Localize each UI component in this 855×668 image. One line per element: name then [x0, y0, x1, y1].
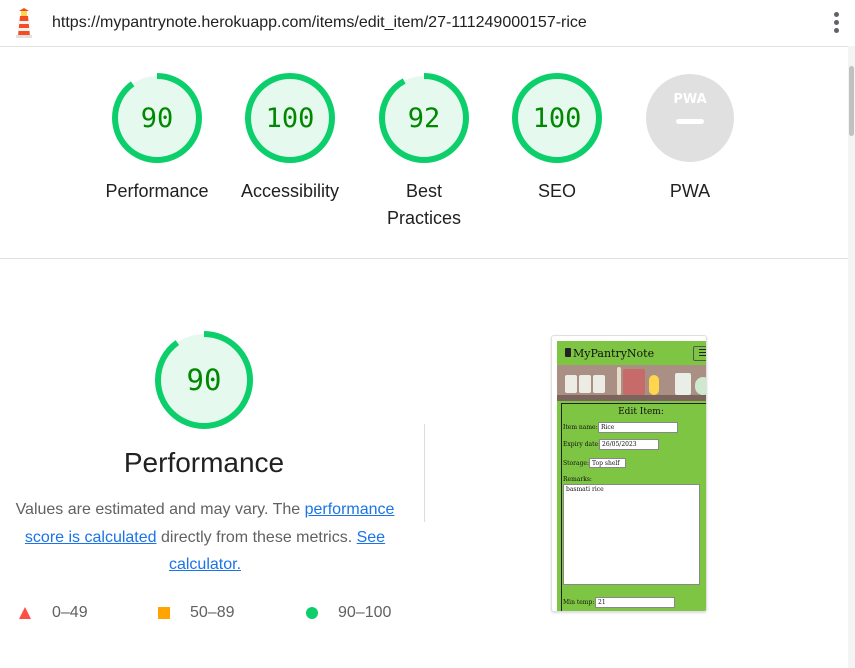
legend-fail-range: 0–49 — [52, 604, 88, 621]
address-bar: https://mypantrynote.herokuapp.com/items… — [0, 0, 855, 47]
kebab-menu-icon[interactable] — [832, 12, 840, 36]
desc-text-1: Values are estimated and may vary. The — [15, 501, 301, 518]
gauge-ring: 100 — [245, 73, 335, 163]
app-brand: MyPantryNote — [573, 347, 655, 360]
gauge-label: Accessibility — [240, 181, 340, 201]
performance-description: Values are estimated and may vary. The p… — [12, 496, 398, 579]
section-divider — [424, 424, 425, 522]
scrollbar[interactable] — [848, 46, 855, 668]
gauge-ring: 90 — [112, 73, 202, 163]
performance-gauge: 90 — [155, 331, 253, 429]
final-screenshot[interactable]: MyPantryNote Edit Item: Item name: Rice … — [551, 335, 707, 612]
desc-text-2: directly from these metrics. — [161, 528, 353, 546]
gauge-ring: 92 — [379, 73, 469, 163]
gauge-label: PWA — [669, 181, 711, 201]
item-name-field: Rice — [598, 422, 678, 433]
gauge-score: 100 — [533, 103, 582, 134]
expiry-label: Expiry date: — [563, 441, 601, 448]
gauge-best-practices[interactable]: 92 Best Practices — [364, 72, 484, 232]
gauge-label: Best Practices — [386, 181, 462, 228]
expiry-field: 26/05/2023 — [599, 439, 659, 450]
lighthouse-icon — [16, 8, 32, 38]
score-legend: 0–49 50–89 90–100 — [18, 604, 418, 624]
clipboard-icon — [565, 348, 571, 357]
storage-select: Top shelf — [589, 458, 626, 468]
storage-label: Storage: — [563, 460, 589, 467]
gauge-performance[interactable]: 90 Performance — [97, 72, 217, 205]
screenshot-page: MyPantryNote Edit Item: Item name: Rice … — [557, 341, 706, 611]
gauge-ring: 100 — [512, 73, 602, 163]
url-text[interactable]: https://mypantrynote.herokuapp.com/items… — [52, 14, 587, 32]
legend-pass-range: 90–100 — [338, 604, 392, 621]
gauge-score: 100 — [266, 103, 315, 134]
app-navbar: MyPantryNote — [557, 341, 706, 365]
form-title: Edit Item: — [618, 407, 664, 417]
remarks-field: basmati rice — [563, 484, 700, 585]
item-name-label: Item name: — [563, 424, 598, 431]
remarks-label: Remarks: — [563, 476, 592, 483]
gauge-label: Performance — [105, 181, 209, 201]
scrollbar-thumb[interactable] — [849, 66, 854, 136]
min-temp-label: Min temp: — [563, 599, 595, 606]
square-icon — [158, 607, 170, 619]
gauge-accessibility[interactable]: 100 Accessibility — [230, 72, 350, 205]
performance-score: 90 — [187, 363, 222, 397]
pantry-shelf-image — [557, 365, 706, 401]
legend-average-range: 50–89 — [190, 604, 235, 621]
performance-section: 90 Performance Values are estimated and … — [0, 259, 848, 668]
pwa-badge-text: PWA — [673, 92, 706, 107]
gauge-score: 92 — [408, 103, 441, 134]
circle-icon — [306, 607, 318, 619]
score-gauges: 90 Performance 100 Accessibility 92 Best… — [0, 46, 848, 259]
triangle-icon — [19, 607, 31, 619]
min-temp-field: 21 — [595, 597, 675, 608]
performance-title: Performance — [123, 447, 285, 478]
gauge-pwa[interactable]: PWA PWA — [630, 72, 750, 205]
pwa-badge-icon: PWA — [646, 74, 734, 162]
hamburger-icon — [693, 346, 706, 361]
gauge-label: SEO — [537, 181, 576, 201]
gauge-seo[interactable]: 100 SEO — [497, 72, 617, 205]
gauge-score: 90 — [141, 103, 174, 134]
edit-item-form: Edit Item: Item name: Rice Expiry date: … — [561, 403, 706, 611]
